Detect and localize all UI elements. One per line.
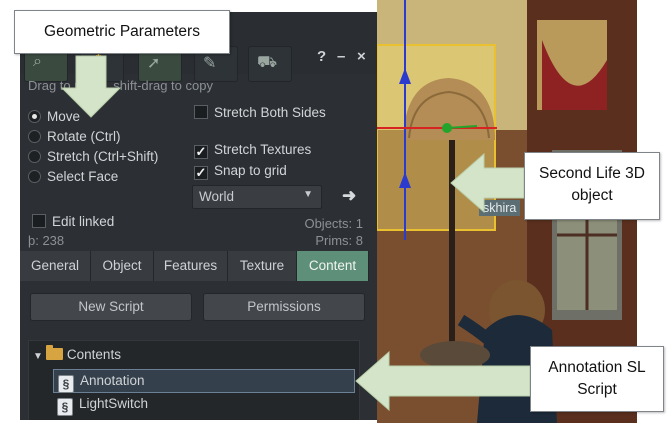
checkbox-label: Edit linked <box>52 214 115 229</box>
close-icon[interactable]: × <box>357 48 366 65</box>
land-impact: þ: 238 <box>28 233 65 248</box>
help-icon[interactable]: ? <box>317 48 326 65</box>
callout-line: Second Life 3D <box>539 165 645 182</box>
mode-label: Stretch (Ctrl+Shift) <box>47 149 159 164</box>
bulldozer-icon: ⛟ <box>257 54 278 71</box>
pointer-icon: ➚ <box>147 55 161 72</box>
tab-general[interactable]: General <box>20 251 91 281</box>
build-tool-panel: ⌕ ✋ ➚ ✎ ⛟ ? – × Drag to move, shift-drag… <box>20 12 377 420</box>
checkbox-label: Stretch Textures <box>214 142 312 157</box>
mode-select-face[interactable]: Select Face <box>28 169 118 184</box>
grid-options-arrow-icon[interactable]: ➜ <box>342 186 356 206</box>
radio-icon <box>28 130 41 143</box>
geometric-parameters-callout: Geometric Parameters <box>14 10 230 54</box>
tab-object[interactable]: Object <box>91 251 154 281</box>
mode-label: Select Face <box>47 169 119 184</box>
stretch-textures-checkbox[interactable]: ✓ Stretch Textures <box>194 142 311 159</box>
inventory-item-annotation[interactable]: § Annotation <box>53 369 355 393</box>
objects-count: Objects: 1 <box>304 216 363 231</box>
snap-to-grid-checkbox[interactable]: ✓ Snap to grid <box>194 163 287 180</box>
callout-line: object <box>571 187 613 204</box>
prims-count: Prims: 8 <box>315 233 363 248</box>
radio-icon <box>28 110 41 123</box>
minimize-icon[interactable]: – <box>337 48 345 65</box>
edit-linked-checkbox[interactable]: Edit linked <box>32 214 114 229</box>
radio-icon <box>28 170 41 183</box>
new-script-button[interactable]: New Script <box>30 293 192 321</box>
script-icon: § <box>57 398 73 416</box>
contents-folder[interactable]: ▼ Contents <box>33 345 121 362</box>
mode-label: Rotate (Ctrl) <box>47 129 121 144</box>
folder-label: Contents <box>66 347 121 362</box>
checkbox-icon <box>194 105 208 119</box>
magnifier-icon: ⌕ <box>33 53 42 70</box>
hand-icon: ✋ <box>89 55 109 72</box>
mode-move[interactable]: Move <box>28 109 80 124</box>
tab-texture[interactable]: Texture <box>228 251 297 281</box>
callout-line: Script <box>577 381 617 398</box>
folder-icon <box>45 345 63 360</box>
mode-label: Move <box>47 109 81 124</box>
build-tabs: General Object Features Texture Content <box>20 251 369 281</box>
stretch-both-sides-checkbox[interactable]: Stretch Both Sides <box>194 105 326 120</box>
inventory-item-lightswitch[interactable]: § LightSwitch <box>57 396 148 416</box>
tab-features[interactable]: Features <box>154 251 228 281</box>
annotation-script-callout: Annotation SL Script <box>530 346 664 412</box>
script-icon: § <box>58 375 74 393</box>
grid-mode-dropdown[interactable]: World ▼ <box>192 185 322 209</box>
item-label: LightSwitch <box>79 396 149 411</box>
mode-stretch[interactable]: Stretch (Ctrl+Shift) <box>28 149 158 164</box>
checkbox-icon <box>32 214 46 228</box>
checkbox-label: Snap to grid <box>214 163 287 178</box>
checkmark-icon: ✓ <box>194 144 208 159</box>
avatar-name-tag: skhira <box>479 200 521 216</box>
checkmark-icon: ✓ <box>194 165 208 180</box>
wand-icon: ✎ <box>203 55 217 72</box>
permissions-button[interactable]: Permissions <box>203 293 365 321</box>
chevron-down-icon: ▼ <box>303 189 313 200</box>
checkbox-label: Stretch Both Sides <box>214 105 326 120</box>
item-label: Annotation <box>80 373 145 388</box>
contents-inventory: ▼ Contents § Annotation § LightSwitch <box>28 340 360 420</box>
callout-line: Annotation SL <box>548 359 646 376</box>
second-life-object-callout: Second Life 3D object <box>524 152 660 220</box>
radio-icon <box>28 150 41 163</box>
expand-arrow-icon: ▼ <box>33 351 43 362</box>
grid-mode-value: World <box>199 189 235 204</box>
mode-rotate[interactable]: Rotate (Ctrl) <box>28 129 121 144</box>
land-tool-button[interactable]: ⛟ <box>248 46 292 82</box>
tool-hint: Drag to move, shift-drag to copy <box>28 78 213 93</box>
tab-content[interactable]: Content <box>297 251 369 281</box>
